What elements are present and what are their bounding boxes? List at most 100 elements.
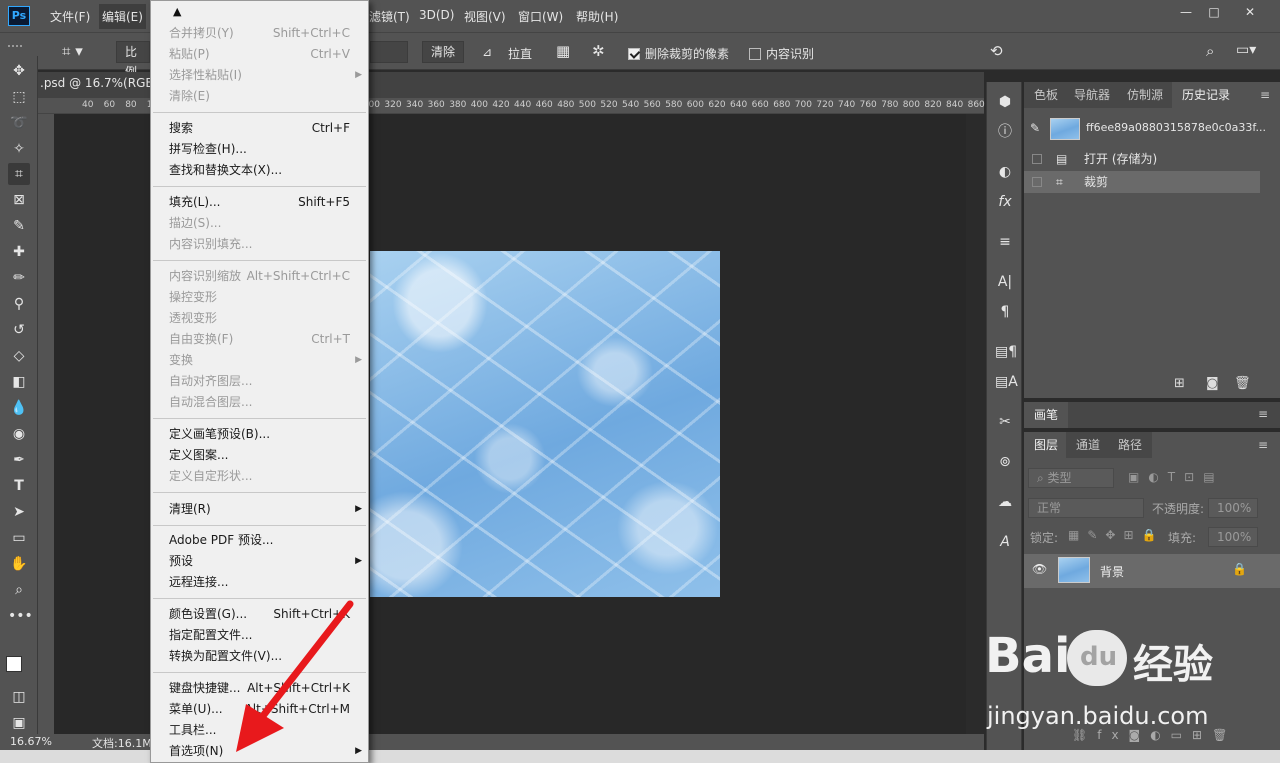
history-source-box[interactable] <box>1032 177 1042 187</box>
menu-item[interactable]: 定义画笔预设(B)... <box>151 424 368 445</box>
menu-item[interactable]: 填充(L)... Shift+F5 <box>151 192 368 213</box>
info-icon[interactable]: ⓘ <box>995 122 1015 142</box>
quick-mask-icon[interactable]: ◫ <box>8 686 30 708</box>
marquee-tool-icon[interactable]: ⬚ <box>8 86 30 108</box>
blend-mode-select[interactable]: 正常 <box>1028 498 1144 518</box>
move-tool-icon[interactable]: ✥ <box>8 60 30 82</box>
menu-3d[interactable]: 3D(D) <box>419 8 454 22</box>
panel-menu-icon[interactable]: ≡ <box>1258 438 1268 452</box>
paragraph-styles-icon[interactable]: ▤¶ <box>995 342 1017 362</box>
screen-mode-icon[interactable]: ▣ <box>8 712 30 734</box>
history-step[interactable]: ⌗ 裁剪 <box>1024 171 1260 193</box>
tab-layers[interactable]: 图层 <box>1024 432 1069 458</box>
crop-tool-preset-icon[interactable]: ⌗ ▾ <box>62 42 102 62</box>
history-brush-source-icon[interactable]: ✎ <box>1030 117 1040 139</box>
blur-tool-icon[interactable]: 💧 <box>8 397 30 419</box>
tab-paths[interactable]: 路径 <box>1108 432 1153 458</box>
hand-tool-icon[interactable]: ✋ <box>8 553 30 575</box>
tab-clone-source[interactable]: 仿制源 <box>1117 82 1174 108</box>
menu-item[interactable]: 定义图案... <box>151 445 368 466</box>
camera-icon[interactable]: ◙ <box>1206 376 1219 391</box>
clone-stamp-tool-icon[interactable]: ⚲ <box>8 293 30 315</box>
gear-icon[interactable]: ✲ <box>592 42 605 60</box>
frame-tool-icon[interactable]: ⊠ <box>8 189 30 211</box>
eraser-tool-icon[interactable]: ◇ <box>8 345 30 367</box>
history-step[interactable]: ▤ 打开 (存储为) <box>1024 148 1264 170</box>
ratio-select[interactable]: 比例 <box>116 41 150 79</box>
panel-menu-icon[interactable]: ≡ <box>1258 407 1268 421</box>
scroll-up-arrow-icon[interactable]: ▲ <box>173 5 181 18</box>
delete-cropped-checkbox[interactable]: 删除裁剪的像素 <box>628 45 729 62</box>
history-brush-tool-icon[interactable]: ↺ <box>8 319 30 341</box>
tab-history[interactable]: 历史记录 <box>1172 82 1241 108</box>
layer-filter-select[interactable]: ⌕ 类型 <box>1028 468 1114 488</box>
tab-brushes[interactable]: 画笔 <box>1024 402 1069 428</box>
healing-brush-tool-icon[interactable]: ✚ <box>8 241 30 263</box>
layer-row[interactable]: 👁 背景 🔒 <box>1024 554 1280 588</box>
straighten-icon[interactable]: ⊿ <box>482 45 492 59</box>
close-button[interactable]: ✕ <box>1236 2 1264 22</box>
panel-menu-icon[interactable]: ≡ <box>1260 88 1270 102</box>
crop-tool-icon[interactable]: ⌗ <box>8 163 30 185</box>
tool-presets-icon[interactable]: ✂ <box>995 412 1015 432</box>
reset-icon[interactable]: ⟲ <box>990 42 1003 60</box>
trash-icon[interactable]: 🗑 <box>1234 376 1251 391</box>
tab-navigator[interactable]: 导航器 <box>1064 82 1121 108</box>
menu-item[interactable]: 搜索 Ctrl+F <box>151 118 368 139</box>
menu-item[interactable]: 预设 ▶ <box>151 551 368 572</box>
minimize-button[interactable]: — <box>1172 2 1200 22</box>
workspace-icon[interactable]: ▭▾ <box>1236 42 1256 58</box>
checkbox-checked-icon[interactable] <box>628 48 640 60</box>
styles-fx-icon[interactable]: fx <box>995 192 1015 212</box>
timeline-icon[interactable]: ⊚ <box>995 452 1015 472</box>
menu-filter[interactable]: 滤镜(T) <box>369 8 410 25</box>
overlay-grid-icon[interactable]: ▦ <box>556 42 570 60</box>
content-aware-checkbox[interactable]: 内容识别 <box>749 45 814 62</box>
character-icon[interactable]: A| <box>995 272 1015 292</box>
type-tool-icon[interactable]: T <box>8 475 30 497</box>
history-source-box[interactable] <box>1032 154 1042 164</box>
lock-options-icons[interactable]: ▦✎✥⊞🔒 <box>1068 528 1164 542</box>
snapshot-row[interactable]: ✎ ff6ee89a0880315878e0c0a33f... <box>1024 114 1266 142</box>
menu-view[interactable]: 视图(V) <box>464 8 506 25</box>
brush-settings-icon[interactable]: ≡ <box>995 232 1015 252</box>
search-icon[interactable]: ⌕ <box>1206 42 1214 60</box>
menu-edit[interactable]: 编辑(E) <box>99 4 146 29</box>
glyphs-icon[interactable]: A <box>995 532 1015 552</box>
eyedropper-tool-icon[interactable]: ✎ <box>8 215 30 237</box>
path-selection-tool-icon[interactable]: ➤ <box>8 501 30 523</box>
menu-file[interactable]: 文件(F) <box>50 8 90 25</box>
document-tab[interactable]: .psd @ 16.7%(RGB/8 <box>40 76 165 90</box>
libraries-icon[interactable]: ☁ <box>995 492 1015 512</box>
pen-tool-icon[interactable]: ✒ <box>8 449 30 471</box>
menu-item[interactable]: Adobe PDF 预设... <box>151 530 368 551</box>
tab-channels[interactable]: 通道 <box>1066 432 1111 458</box>
3d-icon[interactable]: ⬢ <box>995 92 1015 112</box>
opacity-input[interactable]: 100% <box>1208 498 1258 518</box>
menu-item[interactable]: 拼写检查(H)... <box>151 139 368 160</box>
rectangle-tool-icon[interactable]: ▭ <box>8 527 30 549</box>
straighten-button[interactable]: 拉直 <box>508 45 532 62</box>
adjustments-icon[interactable]: ◐ <box>995 162 1015 182</box>
checkbox-unchecked-icon[interactable] <box>749 48 761 60</box>
menu-window[interactable]: 窗口(W) <box>518 8 563 25</box>
zoom-level[interactable]: 16.67% <box>10 735 52 748</box>
clear-button[interactable]: 清除 <box>422 41 464 63</box>
lasso-tool-icon[interactable]: ➰ <box>8 112 30 134</box>
paragraph-icon[interactable]: ¶ <box>995 302 1015 322</box>
menu-item[interactable]: 清理(R) ▶ <box>151 499 368 520</box>
layer-filter-icons[interactable]: ▣◐T⊡▤ <box>1128 470 1224 484</box>
foreground-color-swatch[interactable] <box>6 656 22 672</box>
menu-help[interactable]: 帮助(H) <box>576 8 618 25</box>
gradient-tool-icon[interactable]: ◧ <box>8 371 30 393</box>
dodge-tool-icon[interactable]: ◉ <box>8 423 30 445</box>
tab-swatches[interactable]: 色板 <box>1024 82 1069 108</box>
menu-item[interactable]: 查找和替换文本(X)... <box>151 160 368 181</box>
ratio-height-input[interactable] <box>370 41 408 63</box>
maximize-button[interactable]: □ <box>1200 2 1228 22</box>
brush-tool-icon[interactable]: ✏ <box>8 267 30 289</box>
new-document-from-state-icon[interactable]: ⊞ <box>1174 376 1185 391</box>
magic-wand-tool-icon[interactable]: ✧ <box>8 138 30 160</box>
zoom-tool-icon[interactable]: ⌕ <box>8 579 30 601</box>
visibility-eye-icon[interactable]: 👁 <box>1032 562 1047 576</box>
